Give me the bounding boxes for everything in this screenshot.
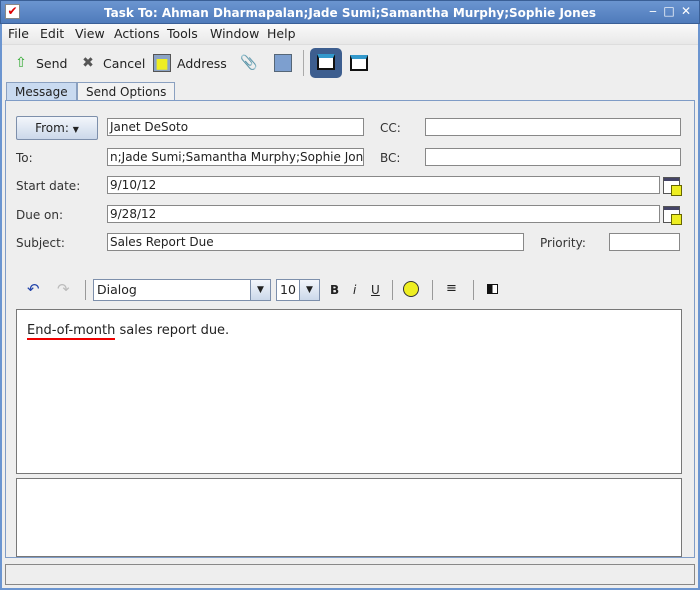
calendar-icon[interactable] bbox=[663, 177, 682, 196]
chevron-down-icon: ▼ bbox=[250, 280, 270, 300]
send-button[interactable]: ⇧ Send bbox=[12, 54, 67, 72]
calendar-icon[interactable] bbox=[663, 206, 682, 225]
bold-button[interactable]: B bbox=[330, 283, 339, 297]
font-size-select[interactable]: 10 ▼ bbox=[276, 279, 320, 301]
insert-image-icon[interactable] bbox=[487, 284, 498, 294]
due-on-field[interactable]: 9/28/12 bbox=[107, 205, 660, 223]
cancel-button[interactable]: ✖ Cancel bbox=[79, 54, 145, 72]
subject-field[interactable]: Sales Report Due bbox=[107, 233, 524, 251]
send-icon: ⇧ bbox=[15, 55, 27, 71]
cc-field[interactable] bbox=[425, 118, 681, 136]
title-bar: Task To: Ahman Dharmapalan;Jade Sumi;Sam… bbox=[0, 0, 700, 24]
maximize-icon[interactable]: □ bbox=[662, 4, 676, 18]
separator bbox=[473, 280, 474, 300]
start-date-field[interactable]: 9/10/12 bbox=[107, 176, 660, 194]
view-toggle-active[interactable] bbox=[310, 48, 342, 78]
due-on-label: Due on: bbox=[16, 208, 64, 222]
toolbar-separator bbox=[303, 50, 304, 76]
menu-actions[interactable]: Actions bbox=[114, 26, 160, 41]
italic-button[interactable]: i bbox=[353, 283, 356, 297]
separator bbox=[85, 280, 86, 300]
alternate-view-icon[interactable] bbox=[350, 55, 368, 71]
cancel-icon: ✖ bbox=[82, 55, 94, 71]
from-button[interactable]: From: ▼ bbox=[16, 116, 98, 140]
undo-icon[interactable]: ↶ bbox=[27, 280, 40, 298]
font-select[interactable]: Dialog ▼ bbox=[93, 279, 271, 301]
address-button[interactable]: ■ Address bbox=[153, 54, 227, 72]
priority-label: Priority: bbox=[540, 236, 586, 250]
app-check-icon: ✔ bbox=[5, 4, 20, 19]
to-field[interactable]: n;Jade Sumi;Samantha Murphy;Sophie Jones bbox=[107, 148, 364, 166]
tab-message[interactable]: Message bbox=[6, 82, 77, 101]
from-field[interactable]: Janet DeSoto bbox=[107, 118, 364, 136]
underline-button[interactable]: U bbox=[371, 283, 380, 297]
spell-check-icon[interactable] bbox=[403, 281, 419, 297]
message-body-editor[interactable]: End-of-month sales report due. bbox=[16, 309, 682, 474]
separator bbox=[432, 280, 433, 300]
body-text: End-of-month sales report due. bbox=[27, 323, 230, 340]
menu-window[interactable]: Window bbox=[210, 26, 259, 41]
cc-label: CC: bbox=[380, 121, 401, 135]
bc-label: BC: bbox=[380, 151, 401, 165]
status-bar bbox=[5, 564, 695, 585]
chevron-down-icon: ▼ bbox=[299, 280, 319, 300]
menu-file[interactable]: File bbox=[8, 26, 29, 41]
window-title: Task To: Ahman Dharmapalan;Jade Sumi;Sam… bbox=[103, 6, 596, 20]
align-left-icon[interactable]: ≡ bbox=[446, 281, 457, 296]
menu-edit[interactable]: Edit bbox=[40, 26, 64, 41]
attachments-area[interactable] bbox=[16, 478, 682, 557]
attach-icon[interactable]: 📎 bbox=[240, 54, 258, 72]
minimize-icon[interactable]: ‒ bbox=[646, 4, 660, 18]
to-label: To: bbox=[16, 151, 33, 165]
close-icon[interactable]: ✕ bbox=[679, 4, 693, 18]
start-date-label: Start date: bbox=[16, 179, 81, 193]
separator bbox=[392, 280, 393, 300]
redo-icon[interactable]: ↷ bbox=[57, 280, 70, 298]
menu-help[interactable]: Help bbox=[267, 26, 296, 41]
menu-view[interactable]: View bbox=[75, 26, 105, 41]
menu-bar: File Edit View Actions Tools Window Help bbox=[2, 24, 698, 44]
address-book-icon: ■ bbox=[153, 54, 171, 72]
tab-send-options[interactable]: Send Options bbox=[77, 82, 176, 101]
misspelled-word: End-of-month bbox=[27, 323, 116, 340]
priority-field[interactable] bbox=[609, 233, 680, 251]
chevron-down-icon: ▼ bbox=[72, 125, 79, 134]
bc-field[interactable] bbox=[425, 148, 681, 166]
subject-label: Subject: bbox=[16, 236, 65, 250]
menu-tools[interactable]: Tools bbox=[167, 26, 198, 41]
toolbar: ⇧ Send ✖ Cancel ■ Address 📎 bbox=[2, 44, 698, 80]
message-view-icon bbox=[317, 54, 335, 70]
save-icon[interactable] bbox=[274, 54, 292, 72]
